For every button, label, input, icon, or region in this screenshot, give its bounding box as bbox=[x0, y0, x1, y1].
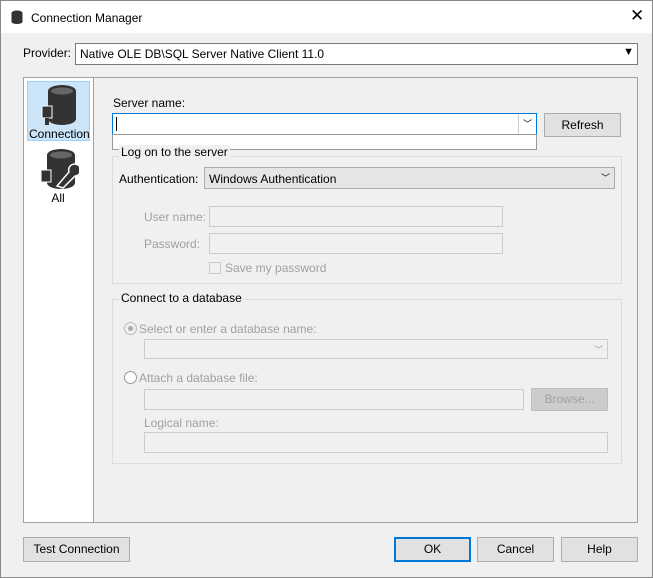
provider-select[interactable]: Native OLE DB\SQL Server Native Client 1… bbox=[75, 43, 638, 65]
database-group-title: Connect to a database bbox=[119, 291, 244, 305]
sidebar-item-label: All bbox=[51, 191, 65, 205]
database-plug-icon bbox=[41, 85, 76, 125]
browse-button[interactable]: Browse... bbox=[531, 388, 608, 411]
user-name-label: User name: bbox=[144, 210, 207, 224]
save-password-label: Save my password bbox=[225, 261, 327, 275]
dialog-title: Connection Manager bbox=[31, 11, 143, 25]
connection-manager-dialog: Connection Manager ✕ Provider: Native OL… bbox=[0, 0, 653, 578]
chevron-down-icon: ﹀ bbox=[600, 173, 610, 183]
chevron-down-icon: ﹀ bbox=[593, 345, 603, 355]
provider-value: Native OLE DB\SQL Server Native Client 1… bbox=[80, 47, 325, 61]
server-name-label: Server name: bbox=[113, 96, 186, 110]
logical-name-input[interactable] bbox=[144, 432, 608, 453]
chevron-down-icon: ▼ bbox=[623, 46, 634, 58]
close-button[interactable]: ✕ bbox=[630, 6, 644, 26]
authentication-value: Windows Authentication bbox=[209, 172, 337, 186]
password-input[interactable] bbox=[209, 233, 503, 254]
save-password-checkbox[interactable] bbox=[209, 262, 221, 274]
authentication-select[interactable]: Windows Authentication ﹀ bbox=[204, 167, 615, 189]
attach-database-label: Attach a database file: bbox=[139, 371, 258, 385]
user-name-input[interactable] bbox=[209, 206, 503, 227]
sidebar-item-connection[interactable]: Connection bbox=[27, 81, 90, 141]
database-name-combo[interactable]: ﹀ bbox=[144, 339, 608, 359]
cancel-button[interactable]: Cancel bbox=[477, 537, 554, 562]
password-label: Password: bbox=[144, 237, 201, 251]
server-name-input[interactable]: ﹀ bbox=[112, 113, 537, 135]
authentication-label: Authentication: bbox=[119, 172, 199, 186]
database-icon bbox=[11, 10, 23, 24]
sidebar-item-all[interactable]: All bbox=[27, 146, 90, 206]
text-cursor bbox=[116, 117, 117, 131]
logon-group-title: Log on to the server bbox=[119, 145, 230, 159]
database-file-input[interactable] bbox=[144, 389, 524, 410]
select-database-radio[interactable] bbox=[124, 322, 137, 335]
attach-database-radio[interactable] bbox=[124, 371, 137, 384]
logical-name-label: Logical name: bbox=[144, 416, 219, 430]
help-button[interactable]: Help bbox=[561, 537, 638, 562]
select-database-label: Select or enter a database name: bbox=[139, 322, 317, 336]
sidebar-item-label: Connection bbox=[29, 127, 90, 141]
test-connection-button[interactable]: Test Connection bbox=[23, 537, 130, 562]
provider-label: Provider: bbox=[23, 46, 72, 60]
database-wrench-icon bbox=[40, 149, 79, 189]
chevron-down-icon[interactable]: ﹀ bbox=[518, 114, 536, 134]
sidebar: Connection All bbox=[24, 78, 94, 522]
ok-button[interactable]: OK bbox=[394, 537, 471, 562]
refresh-button[interactable]: Refresh bbox=[544, 113, 621, 137]
title-bar: Connection Manager ✕ bbox=[1, 1, 652, 33]
